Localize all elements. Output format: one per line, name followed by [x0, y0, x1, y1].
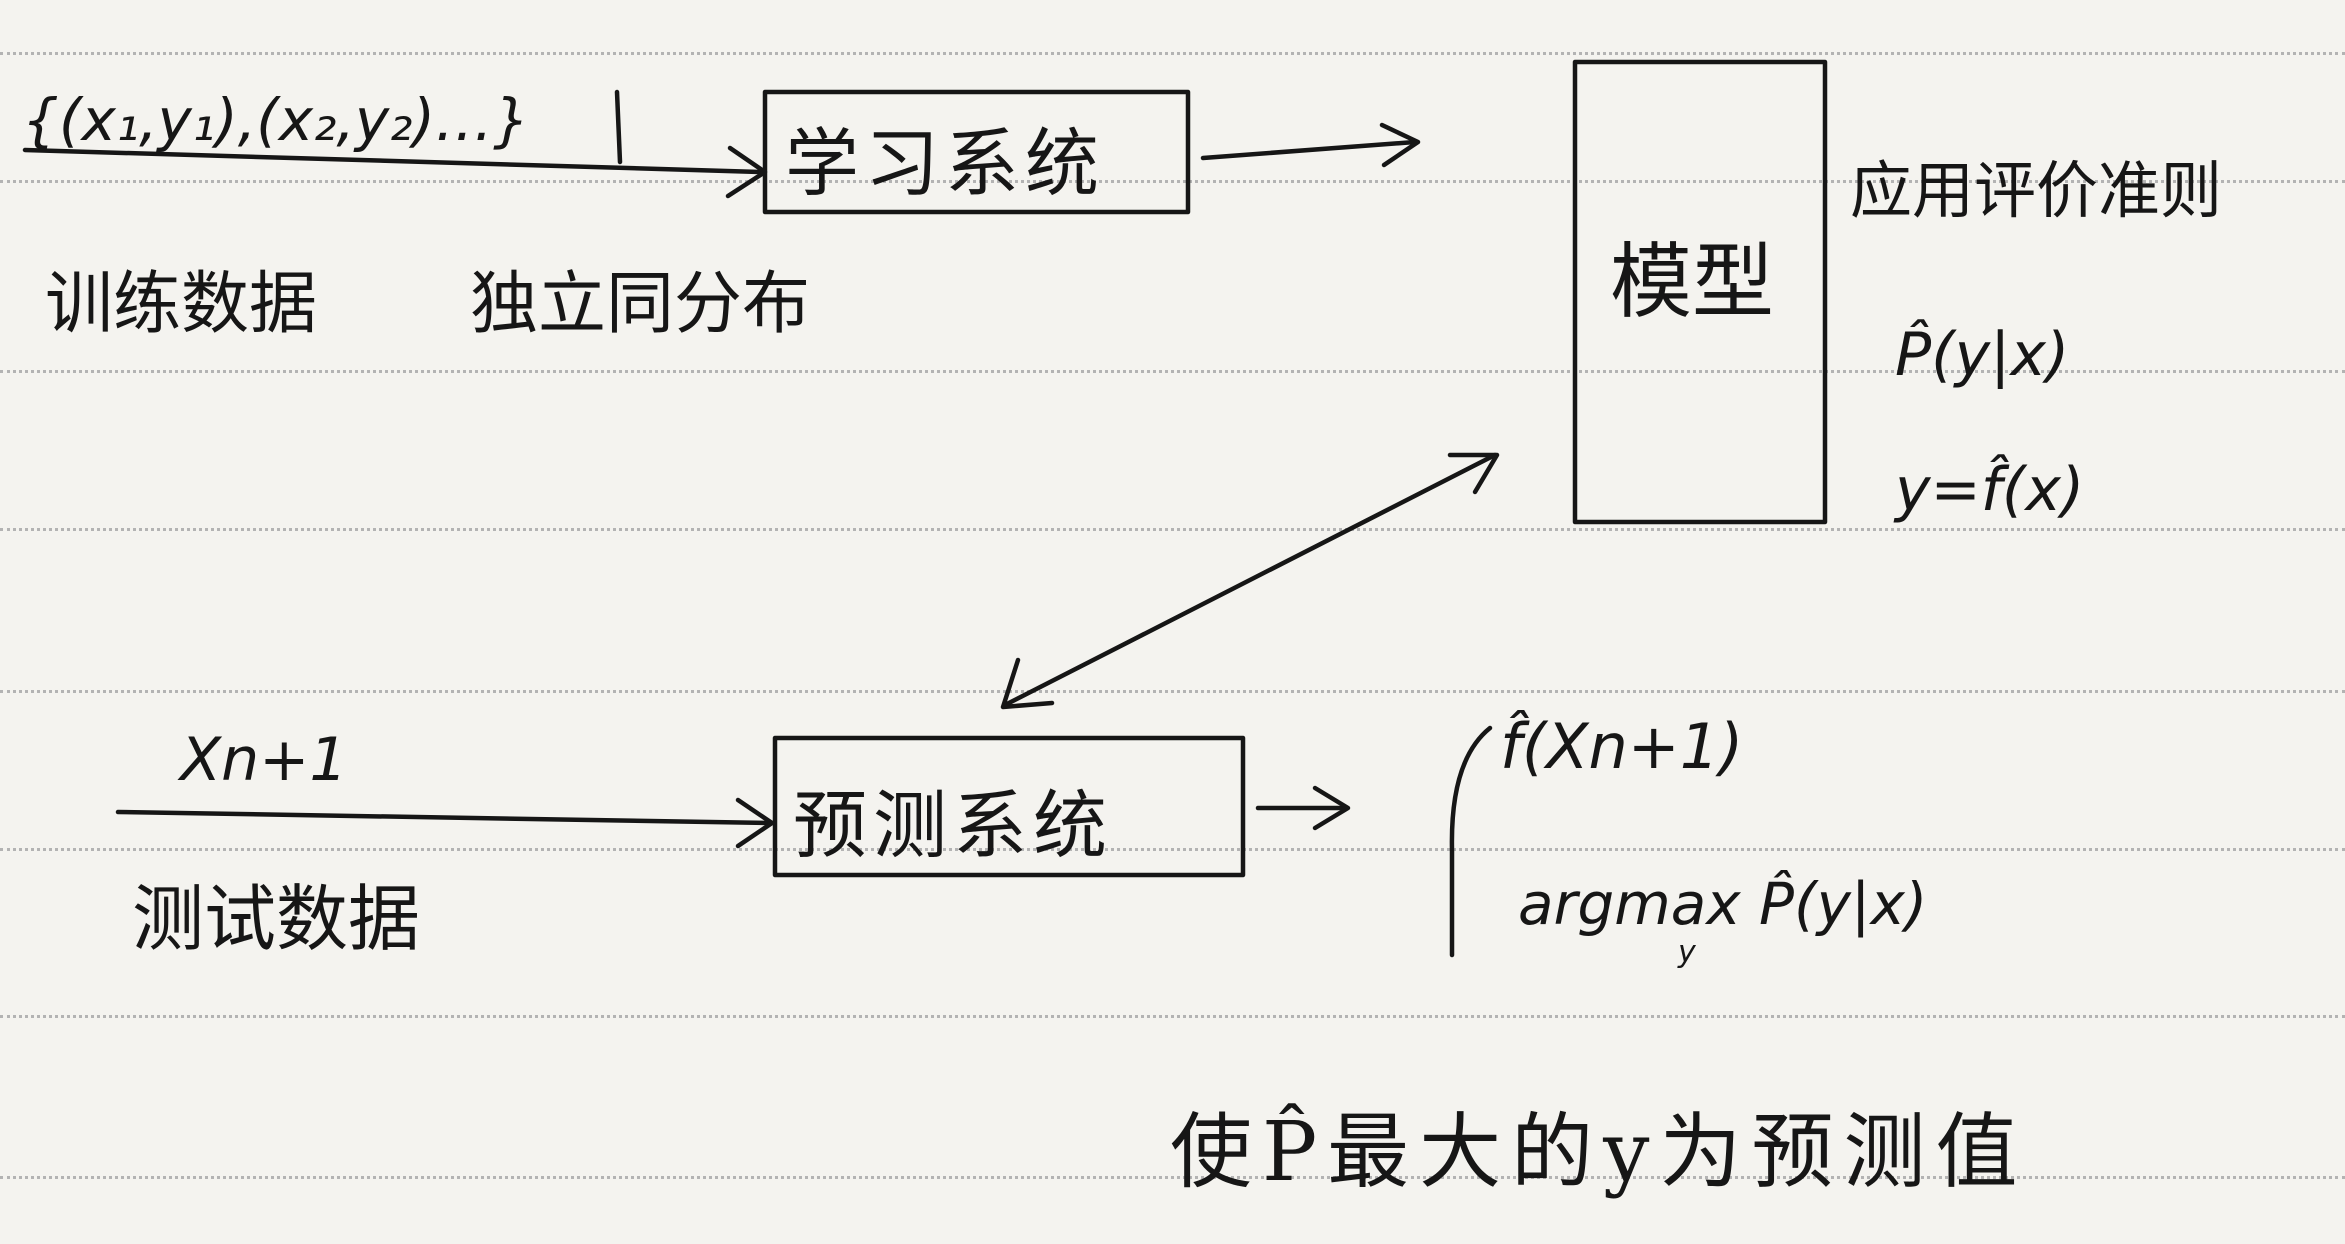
output-brace [1449, 725, 1493, 958]
learning-system-label: 学习系统 [785, 121, 1105, 207]
model-prediction-arrow [1002, 452, 1498, 708]
model-form-deterministic: y=f̂(x) [1895, 455, 2085, 525]
learning-to-model-arrow [1200, 139, 1418, 161]
prediction-note: 使P̂最大的y为预测值 [1170, 1105, 2028, 1200]
output-argmax: argmax P̂(y|x) [1518, 870, 1928, 938]
training-separator-tick [614, 89, 623, 165]
model-forms-title: 应用评价准则 [1850, 154, 2223, 227]
test-data-label: 测试数据 [132, 877, 421, 961]
test-input-arrow [115, 809, 773, 826]
iid-note: 独立同分布 [470, 265, 811, 344]
output-f-hat: f̂(Xn+1) [1500, 710, 1744, 783]
notebook-page: {(x₁,y₁),(x₂,y₂)…} 训练数据 独立同分布 学习系统 模型 应用… [0, 0, 2345, 1244]
test-input-symbol: Xn+1 [180, 725, 348, 795]
training-label: 训练数据 [45, 265, 318, 344]
prediction-system-label: 预测系统 [793, 783, 1113, 869]
model-form-probabilistic: P̂(y|x) [1895, 320, 2070, 390]
model-label: 模型 [1610, 235, 1775, 330]
training-sequence: {(x₁,y₁),(x₂,y₂)…} [22, 86, 530, 154]
argmax-subscript: y [1678, 935, 1696, 970]
